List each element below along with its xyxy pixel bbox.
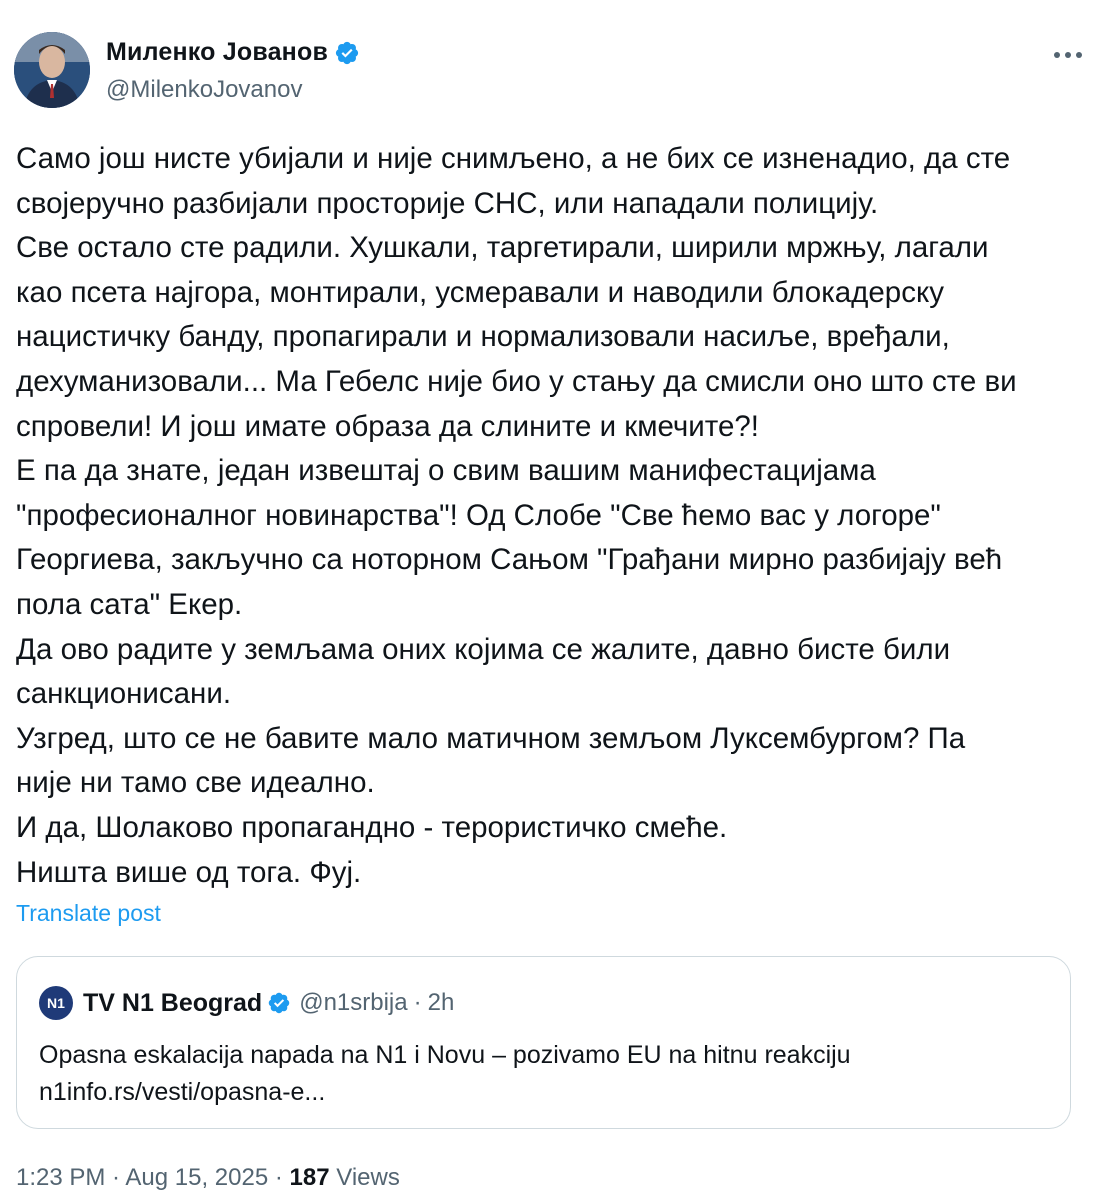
tweet-text-line: Георгиева, закључно са ноторном Сањом "Г… — [16, 543, 1003, 577]
post-time[interactable]: 1:23 PM — [16, 1164, 105, 1191]
quoted-text-line: Opasna eskalacija napada na N1 i Novu – … — [39, 1041, 851, 1069]
verified-badge-icon — [268, 992, 290, 1014]
meta-separator: · — [105, 1164, 126, 1191]
tweet-text-line: И да, Шолаково пропагандно - терористичк… — [16, 810, 728, 844]
tweet-text-line: Узгред, што се не бавите мало матичном з… — [16, 721, 966, 755]
tweet-text-line: Да ово радите у земљама оних којима се ж… — [16, 632, 951, 666]
more-button[interactable] — [1048, 40, 1088, 70]
tweet-text-line: Само још нисте убијали и није снимљено, … — [16, 142, 1011, 175]
post-date[interactable]: Aug 15, 2025 — [125, 1164, 268, 1191]
tweet-text-line: као псета најгора, монтирали, усмеравали… — [16, 275, 944, 309]
quoted-tweet-header: N1 TV N1 Beograd @n1srbija · 2h — [39, 985, 454, 1021]
tweet-text: Само још нисте убијали и није снимљено, … — [16, 137, 1086, 895]
tweet-text-line: нацистичку банду, пропагирали и нормализ… — [16, 320, 950, 354]
tweet-text-line: санкционисани. — [16, 677, 232, 711]
more-horizontal-icon — [1054, 52, 1060, 58]
more-dot — [1065, 52, 1071, 58]
tweet-text-line: "професионалног новинарства"! Од Слобе "… — [16, 498, 941, 532]
quoted-author-handle[interactable]: @n1srbija — [299, 989, 407, 1017]
quoted-timestamp[interactable]: 2h — [428, 989, 455, 1017]
separator-dot: · — [413, 989, 422, 1016]
avatar[interactable] — [14, 32, 90, 108]
translate-post-link[interactable]: Translate post — [16, 900, 161, 927]
tweet-text-line: својеручно разбијали просторије СНС, или… — [16, 186, 879, 220]
meta-separator: · — [268, 1164, 290, 1191]
quoted-tweet-text: Opasna eskalacija napada na N1 i Novu – … — [39, 1037, 851, 1111]
tweet-text-line: Е па да знате, један извештај о свим ваш… — [16, 454, 876, 488]
tweet-text-line: Све остало сте радили. Хушкали, таргетир… — [16, 231, 989, 265]
views-label: Views — [329, 1164, 400, 1191]
quoted-link-text[interactable]: n1info.rs/vesti/opasna-e... — [39, 1074, 851, 1111]
verified-badge-icon — [335, 41, 359, 64]
author-name-row[interactable]: Миленко Јованов — [106, 38, 360, 67]
author-handle[interactable]: @MilenkoJovanov — [106, 76, 302, 104]
quoted-author-name[interactable]: TV N1 Beograd — [83, 989, 262, 1018]
tweet-text-line: није ни тамо све идеално. — [16, 766, 375, 800]
tweet: Миленко Јованов @MilenkoJovanov Само још… — [0, 0, 1118, 1200]
views-count[interactable]: 187 — [290, 1164, 330, 1191]
tweet-text-line: пола сата" Екер. — [16, 587, 243, 621]
n1-logo-text: N1 — [47, 995, 65, 1011]
quoted-tweet[interactable]: N1 TV N1 Beograd @n1srbija · 2h Opasna e… — [16, 956, 1071, 1129]
quoted-avatar[interactable]: N1 — [39, 986, 73, 1020]
tweet-text-line: Ништа више од тога. Фуј. — [16, 855, 362, 889]
tweet-meta: 1:23 PM · Aug 15, 2025 · 187 Views — [16, 1164, 400, 1192]
author-display-name[interactable]: Миленко Јованов — [106, 38, 328, 67]
tweet-text-line: дехуманизовали... Ма Гебелс није био у с… — [16, 364, 1017, 398]
tweet-text-line: спровели! И још имате образа да слините … — [16, 409, 759, 443]
more-dot — [1076, 52, 1082, 58]
